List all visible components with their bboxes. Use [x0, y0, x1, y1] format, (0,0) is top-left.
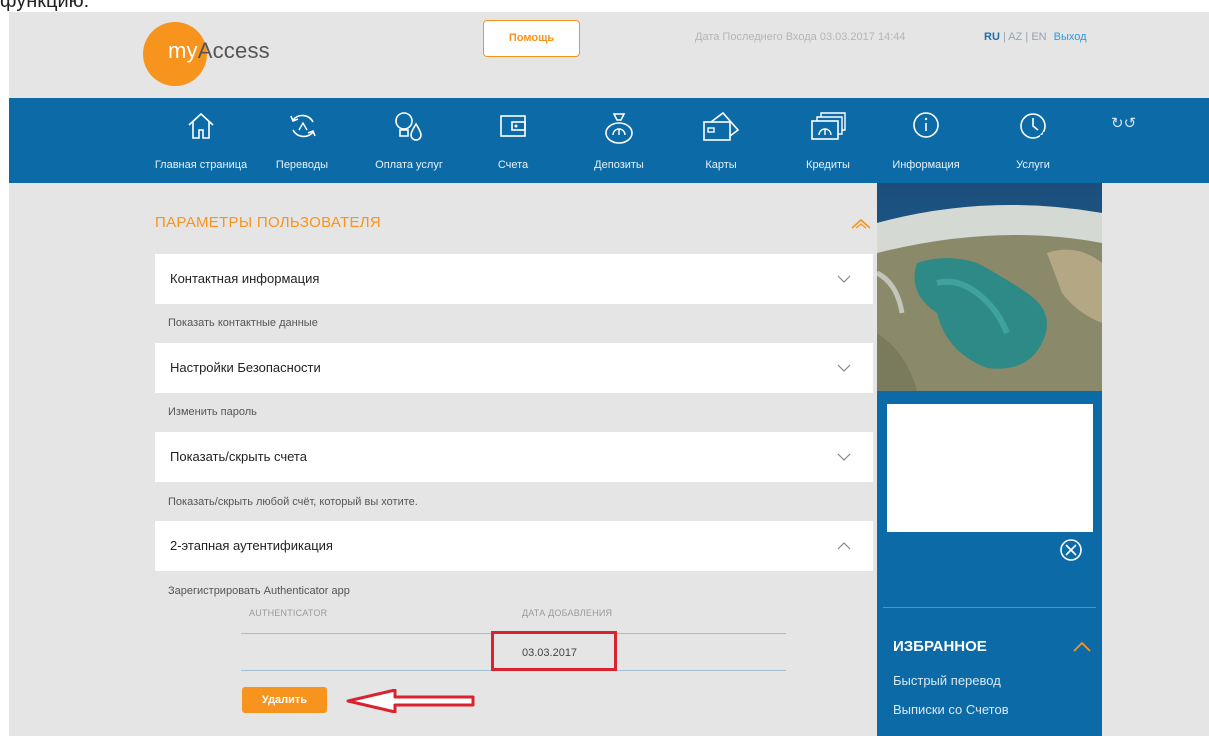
nav-label: Услуги [1016, 159, 1050, 171]
ad-banner-placeholder [887, 404, 1093, 532]
chevron-down-icon [837, 364, 851, 372]
wallet-icon [500, 115, 526, 137]
cards-icon [703, 111, 740, 141]
nav-item-accounts[interactable]: Счета [485, 98, 541, 183]
earth-banner-image [877, 183, 1102, 391]
close-circle-icon[interactable] [1059, 538, 1083, 562]
register-authenticator-link[interactable]: Зарегистрировать Authenticator app [168, 585, 350, 597]
accordion-two-step-auth[interactable]: 2-этапная аутентификация [155, 521, 873, 571]
accordion-title: Показать/скрыть счета [170, 449, 307, 464]
nav-label: Информация [892, 159, 960, 171]
app-frame: myAccess Помощь Дата Последнего Входа 03… [9, 12, 1209, 736]
top-text: функцию: [0, 0, 90, 12]
user-settings-panel: ПАРАМЕТРЫ ПОЛЬЗОВАТЕЛЯ Контактная информ… [155, 183, 875, 736]
accordion-security-settings[interactable]: Настройки Безопасности [155, 343, 873, 393]
nav-item-home[interactable]: Главная страница [145, 98, 257, 183]
logout-link[interactable]: Выход [1054, 31, 1087, 43]
lang-ru-link[interactable]: RU [984, 31, 1000, 43]
transfer-icon [290, 114, 316, 138]
nav-item-utilities[interactable]: Оплата услуг [364, 98, 454, 183]
credit-icon [811, 112, 846, 140]
nav-label: Счета [497, 159, 529, 171]
accordion-subtitle[interactable]: Изменить пароль [168, 406, 257, 418]
refresh-icon[interactable]: ↻↺ [1111, 114, 1136, 132]
table-header-date-added: ДАТА ДОБАВЛЕНИЯ [522, 608, 613, 618]
nav-item-services[interactable]: Услуги [1005, 98, 1061, 183]
accordion-show-hide-accounts[interactable]: Показать/скрыть счета [155, 432, 873, 482]
accordion-contact-info[interactable]: Контактная информация [155, 254, 873, 304]
sidebar-divider [883, 607, 1096, 608]
home-icon [188, 112, 214, 139]
last-login-text: Дата Последнего Входа 03.03.2017 14:44 [695, 31, 906, 43]
lang-separator: | [1025, 31, 1029, 43]
collapse-up-icon[interactable] [1073, 642, 1091, 652]
main-nav: Главная страница Переводы Оплата услуг С… [9, 98, 1209, 183]
lang-separator: | [1002, 31, 1006, 43]
header: myAccess Помощь Дата Последнего Входа 03… [9, 12, 1209, 98]
language-switcher: RU | AZ | EN Выход [984, 31, 1087, 43]
nav-item-transfers[interactable]: Переводы [267, 98, 337, 183]
delete-button[interactable]: Удалить [242, 687, 327, 713]
right-sidebar: ИЗБРАННОЕ Быстрый перевод Выписки со Сче… [877, 183, 1102, 736]
collapse-up-icon[interactable] [851, 218, 871, 230]
chevron-up-icon [837, 542, 851, 550]
nav-label: Депозиты [594, 159, 644, 171]
lang-az-link[interactable]: AZ [1008, 31, 1022, 43]
logo-prefix: my [168, 38, 198, 63]
chevron-down-icon [837, 453, 851, 461]
nav-item-information[interactable]: Информация [881, 98, 971, 183]
chevron-down-icon [837, 275, 851, 283]
table-header-authenticator: AUTHENTICATOR [249, 608, 328, 618]
pointer-arrow-icon [346, 689, 475, 713]
nav-item-cards[interactable]: Карты [693, 98, 749, 183]
utilities-icon [395, 112, 422, 141]
nav-label: Переводы [275, 159, 329, 171]
logo-suffix: Access [197, 38, 270, 63]
nav-label: Карты [705, 159, 737, 171]
accordion-subtitle[interactable]: Показать контактные данные [168, 317, 318, 329]
logo[interactable]: myAccess [168, 38, 270, 64]
help-button[interactable]: Помощь [483, 20, 580, 57]
lang-en-link[interactable]: EN [1031, 31, 1046, 43]
nav-label: Оплата услуг [375, 159, 443, 171]
page-title: ПАРАМЕТРЫ ПОЛЬЗОВАТЕЛЯ [155, 214, 382, 231]
nav-item-deposits[interactable]: Депозиты [579, 98, 659, 183]
nav-label: Кредиты [806, 159, 850, 171]
accordion-subtitle[interactable]: Показать/скрыть любой счёт, который вы х… [168, 496, 418, 508]
favorites-item-quick-transfer[interactable]: Быстрый перевод [893, 673, 1001, 688]
top-text-strip: функцию: [0, 0, 1209, 12]
accordion-title: Настройки Безопасности [170, 360, 321, 375]
accordion-title: Контактная информация [170, 271, 320, 286]
nav-label: Главная страница [154, 159, 248, 171]
highlight-box [491, 631, 617, 671]
accordion-title: 2-этапная аутентификация [170, 538, 333, 553]
favorites-item-statements[interactable]: Выписки со Счетов [893, 702, 1009, 717]
info-icon [913, 112, 939, 138]
moneybag-icon [605, 113, 633, 144]
nav-item-credits[interactable]: Кредиты [793, 98, 863, 183]
favorites-title: ИЗБРАННОЕ [893, 638, 987, 655]
clock-icon [1020, 113, 1049, 141]
